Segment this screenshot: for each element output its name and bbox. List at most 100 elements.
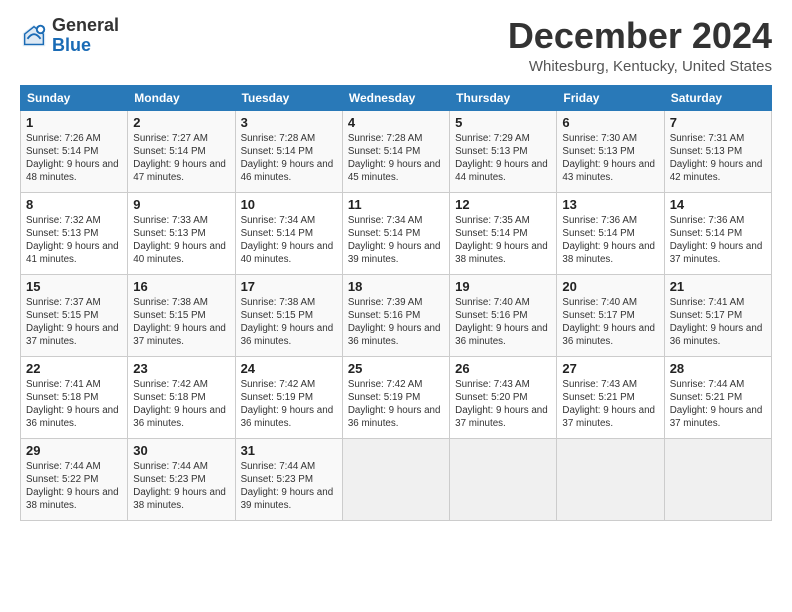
calendar-cell: 23 Sunrise: 7:42 AM Sunset: 5:18 PM Dayli… — [128, 356, 235, 438]
day-number: 26 — [455, 361, 551, 376]
day-info: Sunrise: 7:30 AM Sunset: 5:13 PM Dayligh… — [562, 132, 658, 185]
day-number: 19 — [455, 279, 551, 294]
calendar-cell — [450, 438, 557, 520]
title-block: December 2024 Whitesburg, Kentucky, Unit… — [508, 16, 772, 75]
day-info: Sunrise: 7:33 AM Sunset: 5:13 PM Dayligh… — [133, 214, 229, 267]
day-number: 9 — [133, 197, 229, 212]
location: Whitesburg, Kentucky, United States — [508, 58, 772, 75]
month-title: December 2024 — [508, 16, 772, 56]
day-number: 23 — [133, 361, 229, 376]
day-number: 31 — [241, 443, 337, 458]
day-info: Sunrise: 7:34 AM Sunset: 5:14 PM Dayligh… — [348, 214, 444, 267]
calendar-cell: 31 Sunrise: 7:44 AM Sunset: 5:23 PM Dayli… — [235, 438, 342, 520]
day-number: 1 — [26, 115, 122, 130]
day-number: 8 — [26, 197, 122, 212]
calendar-cell: 1Sunrise: 7:26 AM Sunset: 5:14 PM Daylig… — [21, 110, 128, 192]
calendar-cell: 12 Sunrise: 7:35 AM Sunset: 5:14 PM Dayli… — [450, 192, 557, 274]
day-number: 10 — [241, 197, 337, 212]
page-header: General Blue December 2024 Whitesburg, K… — [20, 16, 772, 75]
day-info: Sunrise: 7:36 AM Sunset: 5:14 PM Dayligh… — [562, 214, 658, 267]
calendar-cell: 25Sunrise: 7:42 AM Sunset: 5:19 PM Dayli… — [342, 356, 449, 438]
calendar-cell: 29Sunrise: 7:44 AM Sunset: 5:22 PM Dayli… — [21, 438, 128, 520]
day-number: 30 — [133, 443, 229, 458]
day-info: Sunrise: 7:42 AM Sunset: 5:19 PM Dayligh… — [241, 378, 337, 431]
calendar-cell — [557, 438, 664, 520]
calendar-table: SundayMondayTuesdayWednesdayThursdayFrid… — [20, 85, 772, 521]
weekday-header: Saturday — [664, 85, 771, 110]
calendar-cell: 26Sunrise: 7:43 AM Sunset: 5:20 PM Dayli… — [450, 356, 557, 438]
day-info: Sunrise: 7:35 AM Sunset: 5:14 PM Dayligh… — [455, 214, 551, 267]
calendar-cell: 14 Sunrise: 7:36 AM Sunset: 5:14 PM Dayli… — [664, 192, 771, 274]
logo-blue: Blue — [52, 36, 119, 56]
calendar-week-row: 22 Sunrise: 7:41 AM Sunset: 5:18 PM Dayli… — [21, 356, 772, 438]
calendar-cell: 2 Sunrise: 7:27 AM Sunset: 5:14 PM Daylig… — [128, 110, 235, 192]
weekday-header: Wednesday — [342, 85, 449, 110]
day-info: Sunrise: 7:34 AM Sunset: 5:14 PM Dayligh… — [241, 214, 337, 267]
calendar-cell: 7 Sunrise: 7:31 AM Sunset: 5:13 PM Daylig… — [664, 110, 771, 192]
day-number: 15 — [26, 279, 122, 294]
day-number: 22 — [26, 361, 122, 376]
day-info: Sunrise: 7:38 AM Sunset: 5:15 PM Dayligh… — [241, 296, 337, 349]
day-number: 27 — [562, 361, 658, 376]
day-info: Sunrise: 7:41 AM Sunset: 5:18 PM Dayligh… — [26, 378, 122, 431]
weekday-header: Friday — [557, 85, 664, 110]
weekday-header-row: SundayMondayTuesdayWednesdayThursdayFrid… — [21, 85, 772, 110]
day-info: Sunrise: 7:43 AM Sunset: 5:21 PM Dayligh… — [562, 378, 658, 431]
day-info: Sunrise: 7:44 AM Sunset: 5:23 PM Dayligh… — [241, 460, 337, 513]
calendar-cell: 11 Sunrise: 7:34 AM Sunset: 5:14 PM Dayli… — [342, 192, 449, 274]
calendar-cell: 8 Sunrise: 7:32 AM Sunset: 5:13 PM Daylig… — [21, 192, 128, 274]
calendar-cell: 10 Sunrise: 7:34 AM Sunset: 5:14 PM Dayli… — [235, 192, 342, 274]
logo: General Blue — [20, 16, 119, 56]
day-number: 2 — [133, 115, 229, 130]
weekday-header: Monday — [128, 85, 235, 110]
day-info: Sunrise: 7:40 AM Sunset: 5:16 PM Dayligh… — [455, 296, 551, 349]
calendar-cell: 15Sunrise: 7:37 AM Sunset: 5:15 PM Dayli… — [21, 274, 128, 356]
day-info: Sunrise: 7:42 AM Sunset: 5:19 PM Dayligh… — [348, 378, 444, 431]
day-number: 13 — [562, 197, 658, 212]
calendar-cell: 30 Sunrise: 7:44 AM Sunset: 5:23 PM Dayli… — [128, 438, 235, 520]
day-info: Sunrise: 7:38 AM Sunset: 5:15 PM Dayligh… — [133, 296, 229, 349]
weekday-header: Tuesday — [235, 85, 342, 110]
day-info: Sunrise: 7:27 AM Sunset: 5:14 PM Dayligh… — [133, 132, 229, 185]
day-number: 5 — [455, 115, 551, 130]
day-info: Sunrise: 7:32 AM Sunset: 5:13 PM Dayligh… — [26, 214, 122, 267]
calendar-cell: 20 Sunrise: 7:40 AM Sunset: 5:17 PM Dayli… — [557, 274, 664, 356]
calendar-cell: 18Sunrise: 7:39 AM Sunset: 5:16 PM Dayli… — [342, 274, 449, 356]
day-number: 3 — [241, 115, 337, 130]
logo-general: General — [52, 16, 119, 36]
day-number: 21 — [670, 279, 766, 294]
day-info: Sunrise: 7:29 AM Sunset: 5:13 PM Dayligh… — [455, 132, 551, 185]
day-number: 14 — [670, 197, 766, 212]
day-number: 7 — [670, 115, 766, 130]
day-info: Sunrise: 7:36 AM Sunset: 5:14 PM Dayligh… — [670, 214, 766, 267]
calendar-cell: 9 Sunrise: 7:33 AM Sunset: 5:13 PM Daylig… — [128, 192, 235, 274]
calendar-cell: 5 Sunrise: 7:29 AM Sunset: 5:13 PM Daylig… — [450, 110, 557, 192]
calendar-week-row: 8 Sunrise: 7:32 AM Sunset: 5:13 PM Daylig… — [21, 192, 772, 274]
calendar-cell — [342, 438, 449, 520]
day-number: 6 — [562, 115, 658, 130]
calendar-cell: 13 Sunrise: 7:36 AM Sunset: 5:14 PM Dayli… — [557, 192, 664, 274]
calendar-cell: 3Sunrise: 7:28 AM Sunset: 5:14 PM Daylig… — [235, 110, 342, 192]
day-info: Sunrise: 7:42 AM Sunset: 5:18 PM Dayligh… — [133, 378, 229, 431]
day-number: 12 — [455, 197, 551, 212]
day-info: Sunrise: 7:44 AM Sunset: 5:21 PM Dayligh… — [670, 378, 766, 431]
day-number: 17 — [241, 279, 337, 294]
day-number: 20 — [562, 279, 658, 294]
calendar-cell: 16 Sunrise: 7:38 AM Sunset: 5:15 PM Dayli… — [128, 274, 235, 356]
day-info: Sunrise: 7:44 AM Sunset: 5:23 PM Dayligh… — [133, 460, 229, 513]
day-number: 16 — [133, 279, 229, 294]
day-info: Sunrise: 7:40 AM Sunset: 5:17 PM Dayligh… — [562, 296, 658, 349]
logo-icon — [20, 22, 48, 50]
day-info: Sunrise: 7:41 AM Sunset: 5:17 PM Dayligh… — [670, 296, 766, 349]
calendar-week-row: 1Sunrise: 7:26 AM Sunset: 5:14 PM Daylig… — [21, 110, 772, 192]
day-number: 4 — [348, 115, 444, 130]
weekday-header: Thursday — [450, 85, 557, 110]
day-info: Sunrise: 7:28 AM Sunset: 5:14 PM Dayligh… — [348, 132, 444, 185]
day-number: 18 — [348, 279, 444, 294]
day-info: Sunrise: 7:44 AM Sunset: 5:22 PM Dayligh… — [26, 460, 122, 513]
day-number: 11 — [348, 197, 444, 212]
calendar-cell: 19 Sunrise: 7:40 AM Sunset: 5:16 PM Dayli… — [450, 274, 557, 356]
calendar-cell: 24Sunrise: 7:42 AM Sunset: 5:19 PM Dayli… — [235, 356, 342, 438]
day-info: Sunrise: 7:31 AM Sunset: 5:13 PM Dayligh… — [670, 132, 766, 185]
calendar-week-row: 15Sunrise: 7:37 AM Sunset: 5:15 PM Dayli… — [21, 274, 772, 356]
